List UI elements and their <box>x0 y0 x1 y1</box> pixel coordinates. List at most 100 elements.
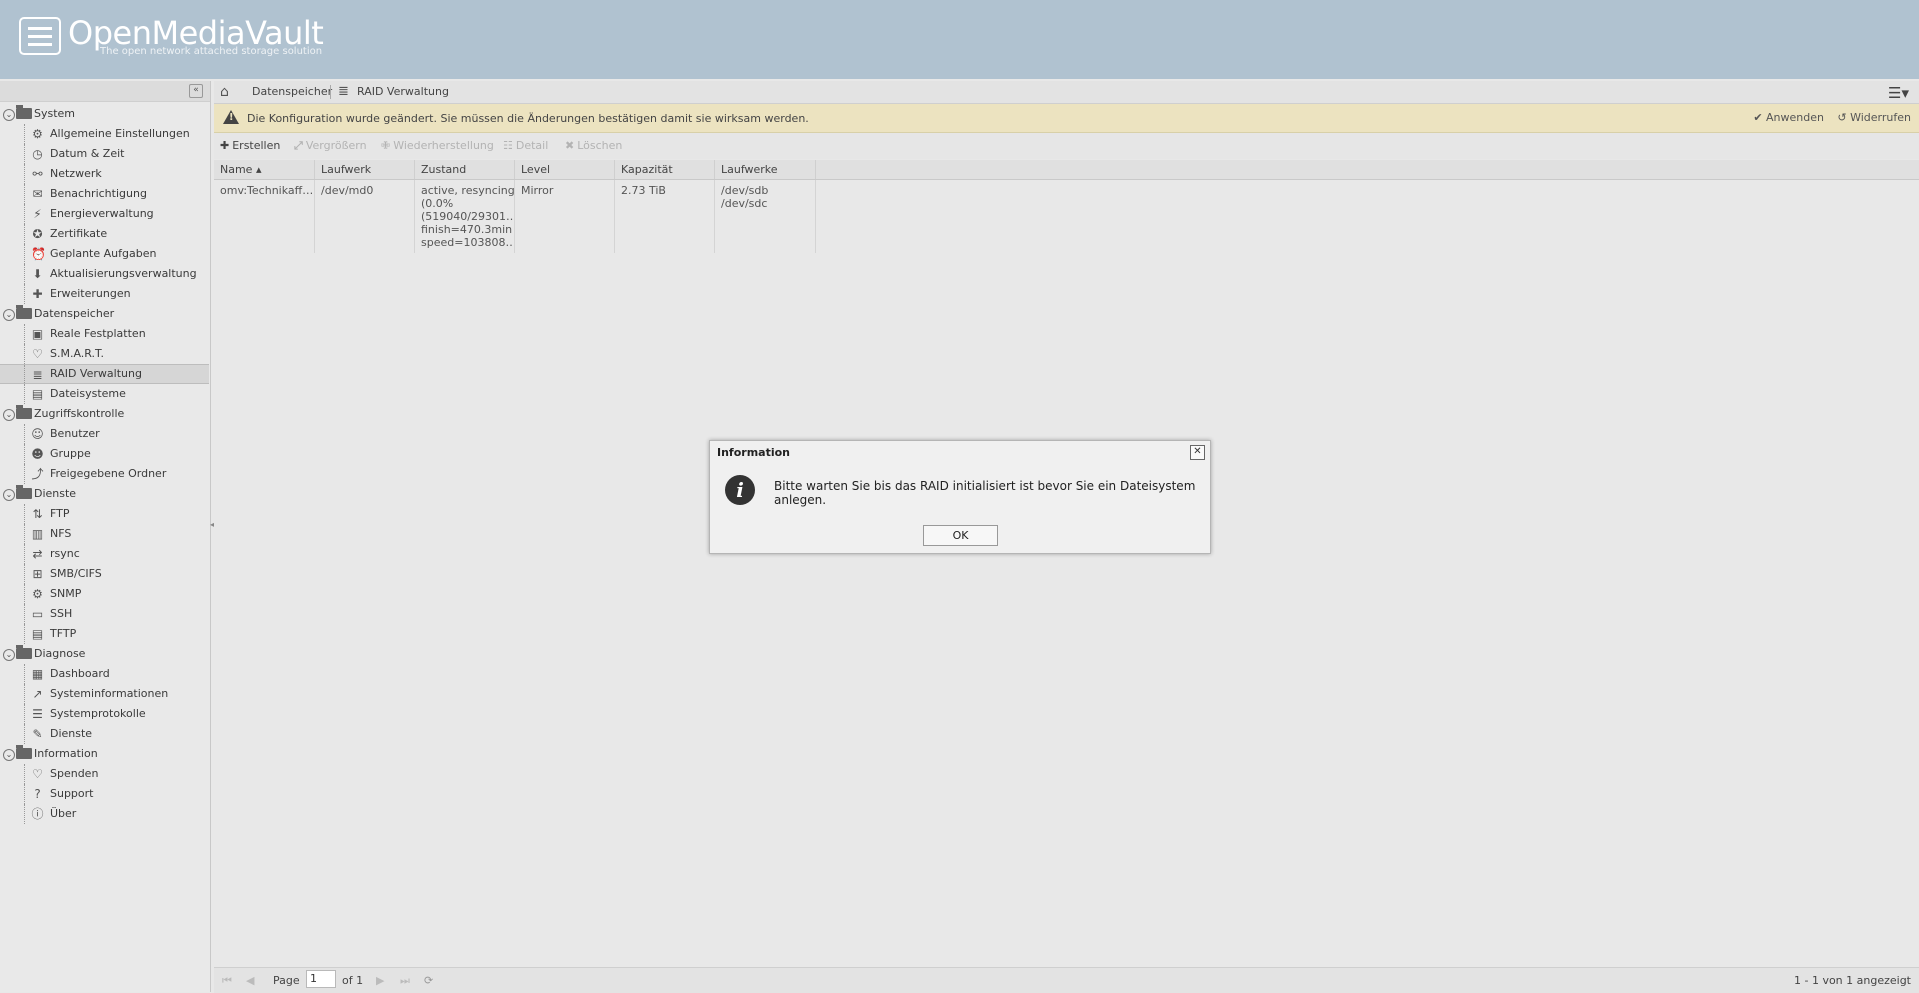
list-icon: ☷ <box>503 139 513 152</box>
collapse-toggle-icon[interactable]: ⌄ <box>3 109 15 121</box>
tree-line <box>24 444 25 464</box>
sidebar-item-label: Netzwerk <box>50 167 102 180</box>
sidebar-item-netzwerk[interactable]: ⚯ Netzwerk <box>0 164 209 184</box>
collapse-toggle-icon[interactable]: ⌄ <box>3 749 15 761</box>
sidebar-item-ssh[interactable]: ▭ SSH <box>0 604 209 624</box>
undo-button[interactable]: ↺ Widerrufen <box>1837 111 1911 124</box>
sidebar-item-zertifikate[interactable]: ✪ Zertifikate <box>0 224 209 244</box>
create-button[interactable]: ✚ Erstellen <box>220 139 280 152</box>
device-line: /dev/sdc <box>721 197 768 210</box>
sidebar-item-systeminformationen[interactable]: ↗ Systeminformationen <box>0 684 209 704</box>
delete-icon: ✖ <box>565 139 575 152</box>
netzwerk-icon: ⚯ <box>32 167 43 181</box>
collapse-toggle-icon[interactable]: ⌄ <box>3 309 15 321</box>
sidebar-item-erweiterungen[interactable]: ✚ Erweiterungen <box>0 284 209 304</box>
sidebar-group-label: Dienste <box>34 487 77 500</box>
collapse-toggle-icon[interactable]: ⌄ <box>3 649 15 661</box>
sidebar-item-label: Systemprotokolle <box>50 707 146 720</box>
sidebar-item-dashboard[interactable]: ▦ Dashboard <box>0 664 209 684</box>
ok-button[interactable]: OK <box>923 525 998 546</box>
delete-button[interactable]: ✖ Löschen <box>565 139 622 152</box>
recover-button[interactable]: ✙ Wiederherstellung <box>381 139 494 152</box>
sidebar-item-freigegebene-ordner[interactable]: ⤴ Freigegebene Ordner <box>0 464 209 484</box>
brand-tagline: The open network attached storage soluti… <box>100 46 323 57</box>
tftp-icon: ▤ <box>31 627 44 641</box>
tree-line <box>24 704 25 724</box>
grid-toolbar: ✚ Erstellen ⤢ Vergrößern ✙ Wiederherstellun… <box>214 133 1919 159</box>
sidebar-item-label: Zertifikate <box>50 227 108 240</box>
last-page-icon[interactable]: ⏭ <box>400 974 410 988</box>
sidebar-item-dienste[interactable]: ✎ Dienste <box>0 724 209 744</box>
sidebar-item-s-m-a-r-t[interactable]: ♡ S.M.A.R.T. <box>0 344 209 364</box>
apply-button[interactable]: ✔ Anwenden <box>1753 111 1824 124</box>
column-header-device[interactable]: Laufwerk <box>315 160 415 179</box>
table-row[interactable]: omv:Technikaff… /dev/md0 active, resynci… <box>214 180 1919 253</box>
collapse-toggle-icon[interactable]: ⌄ <box>3 489 15 501</box>
recover-label: Wiederherstellung <box>393 139 494 152</box>
sidebar-item-benutzer[interactable]: ☺ Benutzer <box>0 424 209 444</box>
page-input[interactable]: 1 <box>306 970 336 988</box>
sidebar-item-benachrichtigung[interactable]: ✉ Benachrichtigung <box>0 184 209 204</box>
first-page-icon[interactable]: ⏮ <box>222 974 232 988</box>
sidebar-item-smb-cifs[interactable]: ⊞ SMB/CIFS <box>0 564 209 584</box>
sidebar-item-spenden[interactable]: ♡ Spenden <box>0 764 209 784</box>
raid-grid: Name ▴ Laufwerk Zustand Level Kapazität … <box>214 160 1919 253</box>
sidebar-item-label: Dateisysteme <box>50 387 126 400</box>
tree-line <box>24 164 25 184</box>
grid-header: Name ▴ Laufwerk Zustand Level Kapazität … <box>214 160 1919 180</box>
tree-line <box>24 365 25 385</box>
sidebar-item-datum-zeit[interactable]: ◷ Datum & Zeit <box>0 144 209 164</box>
sidebar-item-systemprotokolle[interactable]: ☰ Systemprotokolle <box>0 704 209 724</box>
sidebar-item-label: SMB/CIFS <box>50 567 102 580</box>
sidebar-item-nfs[interactable]: ▥ NFS <box>0 524 209 544</box>
close-icon[interactable]: ✕ <box>1190 445 1205 460</box>
sidebar-group-datenspeicher[interactable]: ⌄ Datenspeicher <box>0 304 209 324</box>
home-icon[interactable]: ⌂ <box>220 84 229 100</box>
sidebar-item-dateisysteme[interactable]: ▤ Dateisysteme <box>0 384 209 404</box>
detail-button[interactable]: ☷ Detail <box>503 139 548 152</box>
support-icon: ? <box>34 787 41 801</box>
sidebar-item-über[interactable]: ⓘ Über <box>0 804 209 824</box>
column-header-state[interactable]: Zustand <box>415 160 515 179</box>
sidebar-item-raid-verwaltung[interactable]: ≣ RAID Verwaltung <box>0 364 209 385</box>
sidebar-group-zugriffskontrolle[interactable]: ⌄ Zugriffskontrolle <box>0 404 209 424</box>
refresh-icon[interactable]: ⟳ <box>424 974 433 987</box>
device-line: /dev/sdb <box>721 184 769 197</box>
breadcrumb-datenspeicher[interactable]: Datenspeicher <box>252 85 332 98</box>
tree-line <box>24 284 25 304</box>
prev-page-icon[interactable]: ◀ <box>246 974 254 987</box>
check-icon: ✔ <box>1753 111 1767 124</box>
sidebar-item-label: Systeminformationen <box>50 687 169 700</box>
tree-line <box>24 264 25 284</box>
sidebar-group-information[interactable]: ⌄ Information <box>0 744 209 764</box>
sidebar-item-allgemeine-einstellungen[interactable]: ⚙ Allgemeine Einstellungen <box>0 124 209 144</box>
sidebar-item-ftp[interactable]: ⇅ FTP <box>0 504 209 524</box>
grow-button[interactable]: ⤢ Vergrößern <box>294 139 367 153</box>
sidebar-group-dienste[interactable]: ⌄ Dienste <box>0 484 209 504</box>
sidebar-item-aktualisierungsverwaltung[interactable]: ⬇ Aktualisierungsverwaltung <box>0 264 209 284</box>
sidebar-item-snmp[interactable]: ⚙ SNMP <box>0 584 209 604</box>
dateisysteme-icon: ▤ <box>31 387 44 401</box>
sidebar-item-rsync[interactable]: ⇄ rsync <box>0 544 209 564</box>
sidebar-item-tftp[interactable]: ▤ TFTP <box>0 624 209 644</box>
state-line: (0.0% <box>421 197 454 210</box>
sidebar-group-system[interactable]: ⌄ System <box>0 104 209 124</box>
column-header-name[interactable]: Name ▴ <box>214 160 315 179</box>
tree-line <box>24 544 25 564</box>
sidebar-item-support[interactable]: ? Support <box>0 784 209 804</box>
next-page-icon[interactable]: ▶ <box>376 974 384 987</box>
sidebar-item-energieverwaltung[interactable]: ⚡ Energieverwaltung <box>0 204 209 224</box>
sidebar-item-gruppe[interactable]: ☻ Gruppe <box>0 444 209 464</box>
state-line: finish=470.3min <box>421 223 513 236</box>
tree-line <box>24 124 25 144</box>
hamburger-menu-icon[interactable]: ☰▾ <box>1888 84 1909 102</box>
sidebar-item-reale-festplatten[interactable]: ▣ Reale Festplatten <box>0 324 209 344</box>
column-header-devices[interactable]: Laufwerke <box>715 160 816 179</box>
collapse-sidebar-button[interactable]: « <box>189 84 203 98</box>
column-header-capacity[interactable]: Kapazität <box>615 160 715 179</box>
sidebar-group-label: System <box>34 107 76 120</box>
column-header-level[interactable]: Level <box>515 160 615 179</box>
collapse-toggle-icon[interactable]: ⌄ <box>3 409 15 421</box>
sidebar-group-diagnose[interactable]: ⌄ Diagnose <box>0 644 209 664</box>
sidebar-item-geplante-aufgaben[interactable]: ⏰ Geplante Aufgaben <box>0 244 209 264</box>
